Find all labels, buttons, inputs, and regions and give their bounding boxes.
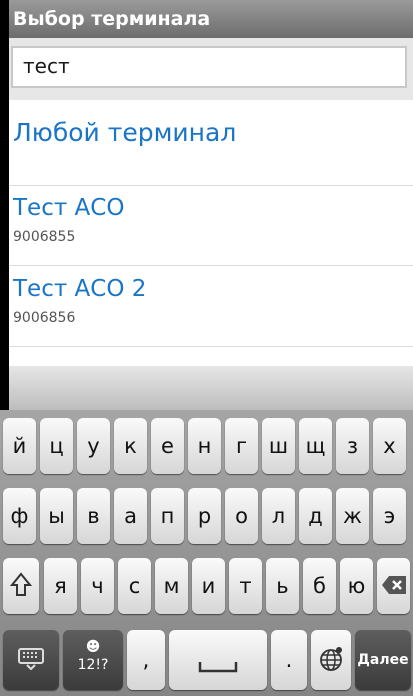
key-letter[interactable]: р xyxy=(188,488,221,544)
key-letter[interactable]: у xyxy=(77,418,110,474)
globe-icon xyxy=(311,646,351,677)
key-letter[interactable]: ю xyxy=(340,558,373,614)
key-letter[interactable]: э xyxy=(373,488,406,544)
space-key[interactable] xyxy=(169,630,267,690)
key-letter[interactable]: с xyxy=(118,558,151,614)
shift-icon xyxy=(3,572,39,603)
key-letter[interactable]: х xyxy=(373,418,406,474)
key-letter[interactable]: ы xyxy=(40,488,73,544)
terminal-name: Тест АСО 2 xyxy=(13,276,147,302)
key-letter[interactable]: ь xyxy=(266,558,299,614)
key-letter[interactable]: в xyxy=(77,488,110,544)
search-area: тест xyxy=(9,38,413,100)
key-letter[interactable]: н xyxy=(188,418,221,474)
period-key[interactable]: . xyxy=(271,630,307,690)
enter-key[interactable]: Далее xyxy=(355,630,411,690)
smiley-icon: ☻ xyxy=(85,639,101,655)
list-item[interactable]: Тест АСО 2 9006856 xyxy=(9,266,413,347)
key-letter[interactable]: щ xyxy=(299,418,332,474)
key-letter[interactable]: з xyxy=(336,418,369,474)
key-letter[interactable]: л xyxy=(262,488,295,544)
keyboard-settings-key[interactable] xyxy=(3,630,59,690)
list-footer-gradient xyxy=(9,366,413,410)
key-letter[interactable]: я xyxy=(44,558,77,614)
search-input[interactable]: тест xyxy=(11,46,407,88)
key-letter[interactable]: а xyxy=(114,488,147,544)
key-letter[interactable]: к xyxy=(114,418,147,474)
key-letter[interactable]: ш xyxy=(262,418,295,474)
key-letter[interactable]: о xyxy=(225,488,258,544)
key-letter[interactable]: б xyxy=(303,558,336,614)
shift-key[interactable] xyxy=(3,558,39,614)
backspace-key[interactable] xyxy=(377,558,410,614)
spacebar-icon xyxy=(169,654,267,678)
key-letter[interactable]: ж xyxy=(336,488,369,544)
key-letter[interactable]: т xyxy=(229,558,262,614)
backspace-icon xyxy=(377,575,410,600)
key-letter[interactable]: ц xyxy=(40,418,73,474)
comma-key[interactable]: , xyxy=(127,630,165,690)
dialog-title: Выбор терминала xyxy=(13,8,211,30)
key-letter[interactable]: е xyxy=(151,418,184,474)
soft-keyboard: й ц у к е н г ш щ з х ф ы в а п р о л д … xyxy=(0,410,413,696)
any-terminal-label: Любой терминал xyxy=(13,118,237,147)
terminal-number: 9006856 xyxy=(13,310,76,326)
list-item[interactable]: Тест АСО 9006855 xyxy=(9,185,413,266)
dialog-titlebar: Выбор терминала xyxy=(9,0,413,39)
key-letter[interactable]: и xyxy=(192,558,225,614)
list-item-any-terminal[interactable]: Любой терминал xyxy=(9,100,413,186)
key-letter[interactable]: г xyxy=(225,418,258,474)
terminal-list: Любой терминал Тест АСО 9006855 Тест АСО… xyxy=(9,100,413,366)
key-letter[interactable]: п xyxy=(151,488,184,544)
key-letter[interactable]: м xyxy=(155,558,188,614)
key-letter[interactable]: ф xyxy=(3,488,36,544)
keyboard-icon xyxy=(3,648,59,675)
key-letter[interactable]: д xyxy=(299,488,332,544)
key-letter[interactable]: ч xyxy=(81,558,114,614)
symbols-label: 12!? xyxy=(77,657,109,673)
terminal-name: Тест АСО xyxy=(13,195,125,221)
terminal-number: 9006855 xyxy=(13,229,76,245)
key-letter[interactable]: й xyxy=(3,418,36,474)
symbols-key[interactable]: ☻ 12!? xyxy=(63,630,123,690)
language-key[interactable] xyxy=(311,630,351,690)
